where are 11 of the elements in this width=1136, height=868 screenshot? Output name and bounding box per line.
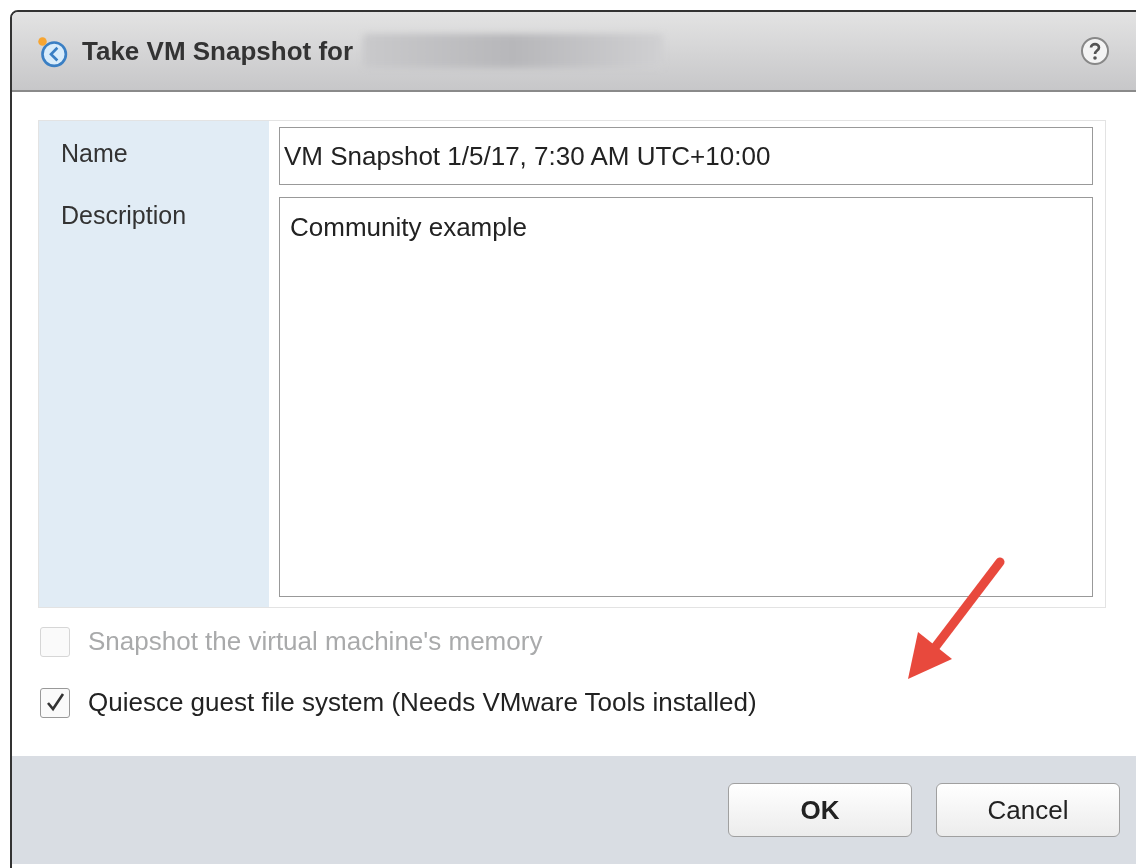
option-label: Quiesce guest file system (Needs VMware Tools installed) bbox=[88, 687, 757, 718]
ok-button[interactable]: OK bbox=[728, 783, 912, 837]
cancel-button[interactable]: Cancel bbox=[936, 783, 1120, 837]
window-title: Take VM Snapshot for bbox=[82, 35, 354, 67]
field-label: Name bbox=[61, 139, 128, 167]
name-field[interactable]: VM Snapshot 1/5/17, 7:30 AM UTC+10:00 bbox=[279, 127, 1093, 185]
description-field[interactable]: Community example bbox=[279, 197, 1093, 597]
help-button[interactable] bbox=[1080, 36, 1110, 66]
option-label: Snapshot the virtual machine's memory bbox=[88, 626, 543, 657]
field-label: Description bbox=[61, 201, 187, 229]
checkbox[interactable] bbox=[40, 687, 70, 718]
